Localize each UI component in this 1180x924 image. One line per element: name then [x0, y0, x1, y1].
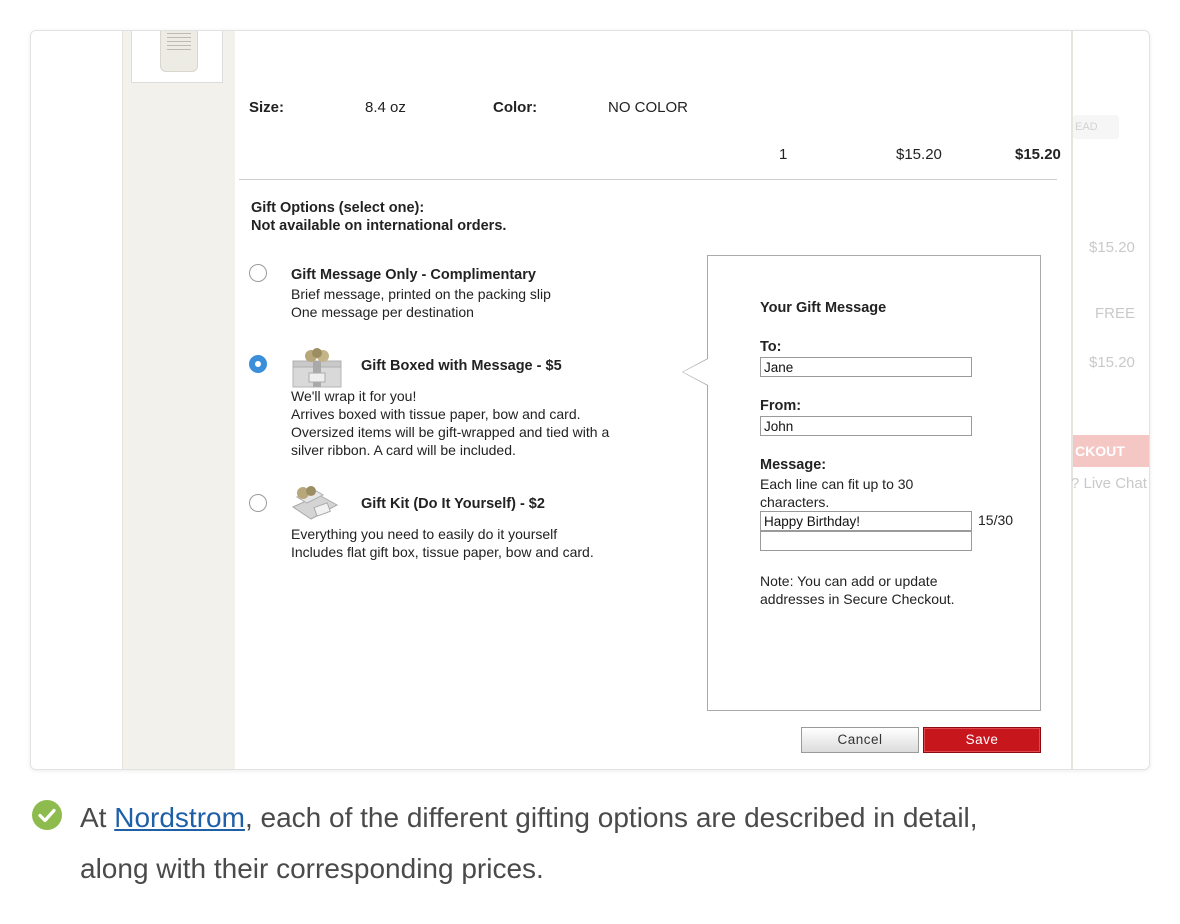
from-field[interactable] [760, 416, 972, 436]
character-counter: 15/30 [978, 512, 1014, 528]
color-label: Color: [493, 99, 538, 116]
gift-kit-icon [291, 486, 339, 520]
message-hint: Each line can fit up to 30 characters. [760, 476, 914, 510]
gift-options-heading: Gift Options (select one): Not available… [251, 200, 507, 234]
option-desc-gift-boxed: We'll wrap it for you! Arrives boxed wit… [291, 388, 610, 458]
unit-price: $15.20 [896, 146, 942, 163]
gift-box-icon [292, 348, 342, 388]
left-gutter [31, 31, 123, 769]
thumbnail-column [123, 31, 235, 769]
size-value: 8.4 oz [365, 99, 406, 116]
gift-message-title: Your Gift Message [760, 300, 887, 316]
save-button[interactable]: Save [923, 727, 1041, 753]
screenshot-frame: Size: 8.4 oz Color: NO COLOR 1 $15.20 $1… [30, 30, 1150, 770]
option-title-gift-boxed: Gift Boxed with Message - $5 [361, 358, 562, 374]
address-note: Note: You can add or update addresses in… [760, 573, 955, 607]
product-thumbnail[interactable] [131, 31, 223, 83]
color-value: NO COLOR [608, 99, 689, 116]
summary-total: $15.20 [1089, 354, 1135, 371]
order-summary-column: EAD $15.20 FREE $15.20 CKOUT ? Live Chat [1071, 31, 1149, 769]
live-chat-link[interactable]: ? Live Chat [1071, 475, 1147, 492]
line-total: $15.20 [1015, 146, 1061, 163]
option-title-gift-kit: Gift Kit (Do It Yourself) - $2 [361, 496, 545, 512]
to-label: To: [760, 339, 782, 355]
caption: At Nordstrom, each of the different gift… [80, 802, 978, 884]
popover-arrow [682, 358, 708, 386]
faded-tab[interactable]: EAD [1073, 115, 1119, 139]
summary-subtotal: $15.20 [1089, 239, 1135, 256]
to-field[interactable] [760, 357, 972, 377]
message-label: Message: [760, 457, 827, 473]
divider [239, 179, 1057, 180]
size-label: Size: [249, 99, 285, 116]
nordstrom-link[interactable]: Nordstrom [114, 802, 245, 833]
radio-gift-kit[interactable] [249, 494, 267, 512]
summary-shipping: FREE [1095, 305, 1136, 322]
from-label: From: [760, 398, 802, 414]
option-desc-gift-kit: Everything you need to easily do it your… [291, 526, 594, 560]
radio-gift-boxed[interactable] [249, 355, 267, 373]
cancel-button[interactable]: Cancel [801, 727, 919, 753]
check-icon [32, 800, 62, 830]
message-line-2-field[interactable] [760, 531, 972, 551]
checkout-button[interactable]: CKOUT [1073, 435, 1149, 467]
cart-item-panel: Size: 8.4 oz Color: NO COLOR 1 $15.20 $1… [235, 31, 1071, 769]
option-title-gift-message: Gift Message Only - Complimentary [291, 267, 536, 283]
bottle-image [160, 31, 198, 72]
radio-gift-message-only[interactable] [249, 264, 267, 282]
gift-message-popover: Your Gift Message To: From: Message: Eac… [682, 255, 1041, 711]
option-desc-gift-message: Brief message, printed on the packing sl… [291, 286, 551, 320]
quantity-value: 1 [779, 146, 788, 163]
message-line-1-field[interactable] [760, 511, 972, 531]
